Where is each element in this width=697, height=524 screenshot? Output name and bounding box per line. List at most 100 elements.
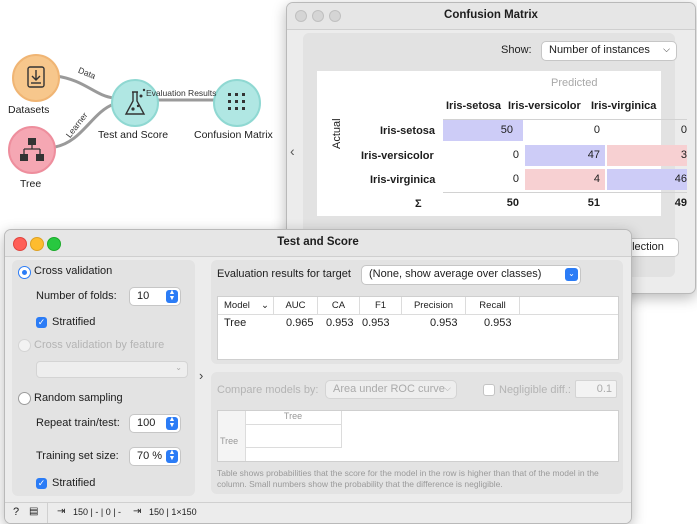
compare-label: Compare models by: [217, 384, 319, 396]
stepper-icon: ▲ ▼ [166, 289, 178, 303]
chevron-down-icon: ⌵ [444, 383, 451, 393]
sum-symbol: Σ [415, 198, 422, 210]
stratified-label: Stratified [52, 316, 96, 328]
row-header-virginica: Iris-virginica [370, 174, 436, 186]
status-bar: ? ▤ ⇥ 150 | - | 0 | - ⇥ 150 | 1×150 [5, 502, 631, 523]
evaluation-panel: Evaluation results for target (None, sho… [211, 260, 623, 364]
datasets-icon [27, 66, 45, 88]
sum-versicolor: 51 [587, 197, 600, 209]
compare-select[interactable]: Area under ROC curve ⌵ [325, 380, 457, 399]
col-model-label: Model [224, 300, 250, 311]
col-ca[interactable]: CA [318, 297, 360, 314]
feature-select[interactable]: ⌄ [36, 361, 188, 378]
results-table: Model ⌄ AUC CA F1 Precision Recall Tree … [217, 296, 619, 360]
cell-2-0[interactable]: 0 [443, 169, 523, 190]
datasets-label: Datasets [8, 104, 50, 116]
cm-title: Confusion Matrix [444, 9, 538, 21]
chevron-down-icon: ⌄ [175, 363, 182, 372]
compare-panel: Compare models by: Area under ROC curve … [211, 372, 623, 494]
negligible-input[interactable]: 0.1 [575, 380, 617, 398]
row-ca: 0.953 [326, 317, 354, 329]
cv-by-feature-label: Cross validation by feature [34, 339, 165, 351]
row-recall: 0.953 [484, 317, 512, 329]
actual-label: Actual [331, 118, 343, 149]
stratified-checkbox[interactable]: ✓ [36, 317, 47, 328]
folds-select[interactable]: 10 ▲ ▼ [129, 287, 181, 306]
link-data[interactable] [55, 74, 115, 100]
row-f1: 0.953 [362, 317, 390, 329]
row-model[interactable]: Tree [224, 317, 246, 329]
stratified2-label: Stratified [52, 477, 96, 489]
test-score-label: Test and Score [98, 129, 169, 141]
expand-arrow-icon[interactable]: › [199, 368, 203, 383]
row-auc: 0.965 [286, 317, 314, 329]
tree-node[interactable] [8, 126, 56, 174]
row-header-versicolor: Iris-versicolor [361, 150, 434, 162]
eval-target-value: (None, show average over classes) [369, 268, 542, 280]
cm-titlebar[interactable]: Confusion Matrix [287, 3, 695, 30]
cell-1-1[interactable]: 47 [525, 145, 605, 166]
cv-by-feature-radio[interactable] [18, 339, 31, 352]
chevron-down-icon: ⌵ [663, 44, 670, 54]
repeat-label: Repeat train/test: [36, 417, 120, 429]
status-input: 150 | - | 0 | - [73, 507, 122, 517]
col-auc[interactable]: AUC [274, 297, 318, 314]
col-precision[interactable]: Precision [402, 297, 466, 314]
negligible-checkbox[interactable] [483, 384, 495, 396]
cell-2-2[interactable]: 46 [607, 169, 687, 190]
compare-value: Area under ROC curve [333, 383, 445, 395]
test-score-node[interactable] [111, 79, 159, 127]
help-icon[interactable]: ? [13, 506, 19, 518]
sampling-panel: Cross validation Number of folds: 10 ▲ ▼ … [12, 260, 195, 496]
status-output: 150 | 1×150 [149, 507, 197, 517]
cell-1-2[interactable]: 3 [607, 145, 687, 166]
repeat-value: 100 [137, 417, 156, 429]
show-label: Show: [501, 44, 532, 56]
cell-2-1[interactable]: 4 [525, 169, 605, 190]
confusion-matrix-node[interactable] [213, 79, 261, 127]
matrix-icon [228, 93, 245, 110]
confusion-matrix-label: Confusion Matrix [194, 129, 273, 141]
confusion-table: Predicted Actual Iris-setosa Iris-versic… [317, 71, 687, 216]
cross-validation-radio[interactable] [18, 266, 31, 279]
col-f1[interactable]: F1 [360, 297, 402, 314]
tree-label: Tree [20, 178, 42, 190]
col-model[interactable]: Model ⌄ [218, 297, 274, 314]
stratified2-checkbox[interactable]: ✓ [36, 478, 47, 489]
random-sampling-radio[interactable] [18, 392, 31, 405]
training-label: Training set size: [36, 450, 119, 462]
random-sampling-label: Random sampling [34, 392, 123, 404]
negligible-value: 0.1 [596, 383, 612, 395]
chevron-down-icon: ⌄ [565, 268, 578, 281]
link-label-evaluation: Evaluation Results [146, 88, 217, 98]
cell-1-0[interactable]: 0 [443, 145, 523, 166]
chevron-down-icon: ⌄ [261, 300, 269, 311]
stepper-icon: ▲ ▼ [166, 449, 178, 463]
eval-target-label: Evaluation results for target [217, 268, 351, 280]
repeat-select[interactable]: 100 ▲ ▼ [129, 414, 181, 433]
col-recall[interactable]: Recall [466, 297, 520, 314]
training-select[interactable]: 70 % ▲ ▼ [129, 447, 181, 466]
row-precision: 0.953 [430, 317, 458, 329]
training-value: 70 % [137, 450, 163, 462]
test-score-window: Test and Score Cross validation Number o… [4, 229, 632, 524]
folds-value: 10 [137, 290, 150, 302]
cell-0-2[interactable]: 0 [607, 120, 687, 141]
compare-table: Tree Tree [217, 410, 619, 462]
cell-0-1[interactable]: 0 [525, 120, 605, 141]
predicted-label: Predicted [551, 77, 598, 89]
ts-titlebar[interactable]: Test and Score [5, 230, 631, 257]
report-icon[interactable]: ▤ [29, 506, 38, 517]
datasets-node[interactable] [12, 54, 60, 102]
eval-target-select[interactable]: (None, show average over classes) ⌄ [361, 265, 581, 285]
tree-icon [20, 138, 44, 161]
stepper-icon: ▲ ▼ [166, 416, 178, 430]
col-header-setosa: Iris-setosa [446, 100, 502, 112]
cell-0-0[interactable]: 50 [443, 120, 523, 141]
show-value: Number of instances [549, 44, 650, 56]
compare-col-header: Tree [245, 411, 342, 425]
sum-virginica: 49 [674, 197, 687, 209]
show-dropdown[interactable]: Number of instances ⌵ [541, 41, 677, 61]
output-icon: ⇥ [133, 506, 142, 517]
collapse-arrow-icon[interactable]: ‹ [290, 143, 295, 159]
